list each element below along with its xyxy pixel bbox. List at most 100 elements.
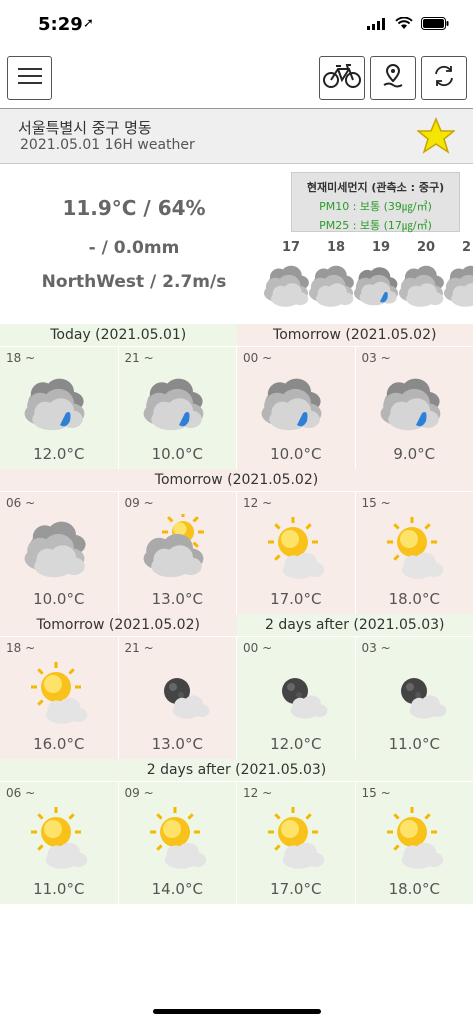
forecast-time: 00 ~ <box>243 641 273 655</box>
forecast-row: 06 ~ 10.0°C 09 ~ 13.0°C 12 ~ 17.0°C 15 ~ 18.0°C <box>0 492 473 614</box>
rain-cloud-icon <box>378 369 454 439</box>
forecast-cell: 06 ~ 11.0°C <box>0 782 119 904</box>
forecast-temp: 16.0°C <box>33 735 85 753</box>
bicycle-icon <box>322 63 362 93</box>
forecast-cell: 00 ~ 12.0°C <box>237 637 356 759</box>
sun-cloud-icon <box>259 514 335 584</box>
toolbar <box>0 50 473 108</box>
status-bar: 5:29 ➚ <box>0 0 473 50</box>
day-header: Today (2021.05.01) <box>0 324 237 346</box>
cloudy-icon <box>442 260 473 316</box>
menu-button[interactable] <box>7 56 52 100</box>
forecast-time: 12 ~ <box>243 786 273 800</box>
day-header-row: Tomorrow (2021.05.02) <box>0 469 473 492</box>
sun-cloud-icon <box>141 804 217 874</box>
pm10-value: PM10 : 보통 (39㎍/㎥) <box>319 200 432 213</box>
hour-label: 18 <box>327 240 346 255</box>
moon-cloud-icon <box>259 659 335 729</box>
forecast-cell: 03 ~ 9.0°C <box>355 347 473 469</box>
forecast-temp: 13.0°C <box>151 735 203 753</box>
refresh-button[interactable] <box>421 56 467 100</box>
forecast-time: 12 ~ <box>243 496 273 510</box>
wifi-icon <box>395 15 413 34</box>
day-header-row: Tomorrow (2021.05.02) 2 days after (2021.… <box>0 614 473 637</box>
forecast-temp: 9.0°C <box>393 445 436 463</box>
forecast-cell: 03 ~ 11.0°C <box>355 637 473 759</box>
forecast-grid: Today (2021.05.01) Tomorrow (2021.05.02) 1… <box>0 324 473 904</box>
forecast-time: 15 ~ <box>361 786 391 800</box>
forecast-cell: 21 ~ 13.0°C <box>118 637 237 759</box>
forecast-temp: 17.0°C <box>270 590 322 608</box>
rain-cloud-icon <box>259 369 335 439</box>
forecast-row: 18 ~ 12.0°C 21 ~ 10.0°C 00 ~ 10.0°C 03 ~ 9.0°C <box>0 347 473 469</box>
forecast-cell: 12 ~ 17.0°C <box>237 492 356 614</box>
weather-timestamp: 2021.05.01 16H weather <box>20 137 195 153</box>
signal-icon <box>367 15 387 34</box>
sun-cloud-icon <box>22 804 98 874</box>
fine-dust-box: 현재미세먼지 (관측소 : 중구) PM10 : 보통 (39㎍/㎥) PM25… <box>291 172 460 232</box>
location-name: 서울특별시 중구 명동 <box>18 119 152 137</box>
day-header-row: 2 days after (2021.05.03) <box>0 759 473 782</box>
forecast-time: 03 ~ <box>361 351 391 365</box>
day-header: Tomorrow (2021.05.02) <box>0 469 473 491</box>
home-indicator <box>153 1009 321 1014</box>
forecast-temp: 10.0°C <box>33 590 85 608</box>
forecast-temp: 11.0°C <box>388 735 440 753</box>
forecast-time: 18 ~ <box>6 641 36 655</box>
day-header: Tomorrow (2021.05.02) <box>236 324 473 346</box>
hour-label: 20 <box>417 240 436 255</box>
location-arrow-icon: ➚ <box>83 16 94 31</box>
rain-cloud-icon <box>22 369 98 439</box>
forecast-cell: 06 ~ 10.0°C <box>0 492 119 614</box>
fine-dust-title: 현재미세먼지 (관측소 : 중구) <box>306 181 445 194</box>
favorite-star-icon[interactable] <box>415 117 457 159</box>
sun-cloud-icon <box>378 804 454 874</box>
forecast-temp: 17.0°C <box>270 880 322 898</box>
battery-icon <box>421 15 449 34</box>
forecast-time: 15 ~ <box>361 496 391 510</box>
sun-cloud-icon <box>22 659 98 729</box>
forecast-cell: 12 ~ 17.0°C <box>237 782 356 904</box>
forecast-temp: 18.0°C <box>388 590 440 608</box>
day-header: 2 days after (2021.05.03) <box>236 614 473 636</box>
forecast-cell: 09 ~ 14.0°C <box>118 782 237 904</box>
moon-cloud-icon <box>378 659 454 729</box>
forecast-row: 06 ~ 11.0°C 09 ~ 14.0°C 12 ~ 17.0°C 15 ~ 18.0°C <box>0 782 473 904</box>
forecast-cell: 15 ~ 18.0°C <box>355 782 473 904</box>
forecast-time: 09 ~ <box>124 786 154 800</box>
day-header-row: Today (2021.05.01) Tomorrow (2021.05.02) <box>0 324 473 347</box>
map-pin-icon <box>381 63 405 93</box>
day-header: 2 days after (2021.05.03) <box>0 759 473 781</box>
forecast-time: 06 ~ <box>6 786 36 800</box>
location-header: 서울특별시 중구 명동 2021.05.01 16H weather <box>0 108 473 164</box>
forecast-cell: 15 ~ 18.0°C <box>355 492 473 614</box>
forecast-temp: 11.0°C <box>33 880 85 898</box>
wind: NorthWest / 2.7m/s <box>41 272 227 292</box>
forecast-row: 18 ~ 16.0°C 21 ~ 13.0°C 00 ~ 12.0°C 03 ~ 11.0°C <box>0 637 473 759</box>
sun-cloud-icon <box>378 514 454 584</box>
forecast-time: 21 ~ <box>124 351 154 365</box>
location-button[interactable] <box>370 56 416 100</box>
temp-humidity: 11.9°C / 64% <box>62 196 206 220</box>
forecast-cell: 18 ~ 12.0°C <box>0 347 119 469</box>
forecast-time: 00 ~ <box>243 351 273 365</box>
hour-label: 19 <box>372 240 391 255</box>
forecast-temp: 10.0°C <box>151 445 203 463</box>
sun-cloud-icon <box>259 804 335 874</box>
forecast-time: 09 ~ <box>124 496 154 510</box>
status-icons <box>367 15 449 34</box>
forecast-temp: 12.0°C <box>33 445 85 463</box>
forecast-temp: 13.0°C <box>151 590 203 608</box>
precipitation: - / 0.0mm <box>88 238 180 258</box>
forecast-cell: 21 ~ 10.0°C <box>118 347 237 469</box>
forecast-time: 21 ~ <box>124 641 154 655</box>
refresh-icon <box>432 64 456 92</box>
forecast-time: 03 ~ <box>361 641 391 655</box>
cloudy-sun-icon <box>141 511 217 584</box>
status-time: 5:29 <box>38 14 83 35</box>
moon-cloud-icon <box>141 659 217 729</box>
forecast-time: 18 ~ <box>6 351 36 365</box>
hourly-strip[interactable]: 17 18 19 20 2 <box>260 240 473 324</box>
rain-cloud-icon <box>141 369 217 439</box>
bicycle-button[interactable] <box>319 56 365 100</box>
